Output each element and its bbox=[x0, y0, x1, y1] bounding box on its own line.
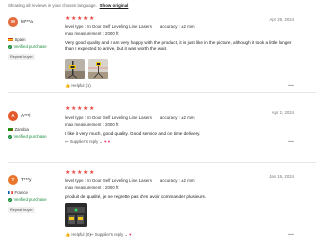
chevron-down-icon: ⌄ bbox=[124, 232, 128, 237]
reviewer-country: Zambia bbox=[8, 127, 29, 132]
max-measurement: max measurement : 2000 ft bbox=[65, 31, 119, 36]
country-name: Spain bbox=[14, 37, 26, 42]
star-icon: ★ bbox=[65, 106, 71, 112]
helpful-button[interactable]: 👍 Helpful (1) bbox=[65, 83, 91, 88]
show-original-link[interactable]: Show original bbox=[100, 3, 129, 8]
avatar: M bbox=[8, 17, 18, 27]
photo-image bbox=[65, 59, 85, 79]
star-icon: ★ bbox=[88, 170, 95, 176]
level-type: level type : In Door Self Leveling Line … bbox=[65, 115, 152, 120]
thumbs-up-icon: 👍 bbox=[65, 83, 71, 88]
supplier-reply-label: Supplier's reply bbox=[94, 232, 124, 237]
supplier-reply-label: Supplier's reply bbox=[69, 139, 99, 144]
verified-label: Verified purchase bbox=[13, 44, 47, 49]
avatar: A bbox=[8, 111, 18, 121]
reviewer-country: Spain bbox=[8, 37, 26, 42]
star-icon: ★ bbox=[65, 16, 71, 22]
review-date: Apr 29, 2024 bbox=[269, 17, 294, 22]
review-photo[interactable] bbox=[88, 59, 108, 79]
divider bbox=[8, 162, 316, 163]
star-icon: ★ bbox=[88, 106, 95, 112]
reviewer-name: M***a bbox=[21, 19, 33, 24]
country-name: France bbox=[14, 190, 28, 195]
thumbs-up-icon: 👍 bbox=[65, 232, 71, 237]
divider bbox=[8, 92, 316, 93]
star-icon: ★ bbox=[70, 106, 77, 112]
verified-purchase-badge: ✓ Verified purchase bbox=[8, 197, 47, 202]
chevron-down-icon: ⌄ bbox=[99, 139, 103, 144]
star-icon: ★ bbox=[76, 170, 83, 176]
verified-label: Verified purchase bbox=[13, 197, 47, 202]
verified-purchase-badge: ✓ Verified purchase bbox=[8, 134, 47, 139]
review-text: Very good quality and I am very happy wi… bbox=[65, 40, 292, 51]
heart-icon: ♥ bbox=[104, 139, 107, 144]
star-icon: ★ bbox=[82, 106, 89, 112]
supplier-reply-button[interactable]: ↩ Supplier's reply ⌄ ♥ ♥ bbox=[65, 139, 110, 144]
accuracy: accuracy : ±2 mm bbox=[159, 178, 195, 183]
star-icon: ★ bbox=[70, 170, 77, 176]
review-date: Apr 2, 2024 bbox=[271, 110, 294, 115]
helpful-label: Helpful (0) bbox=[71, 232, 91, 237]
review-photo[interactable] bbox=[65, 203, 87, 227]
rating-stars: ★ ★ ★ ★ ★ bbox=[65, 16, 94, 22]
france-flag-icon bbox=[8, 191, 13, 195]
level-type: level type : In Door Self Leveling Line … bbox=[65, 24, 152, 29]
accuracy: accuracy : ±2 mm bbox=[159, 115, 195, 120]
verified-label: Verified purchase bbox=[13, 134, 47, 139]
max-measurement: max measurement : 2000 ft bbox=[65, 122, 119, 127]
attribute-line: level type : In Door Self Leveling Line … bbox=[65, 115, 195, 121]
attribute-line: level type : In Door Self Leveling Line … bbox=[65, 24, 195, 30]
more-icon[interactable]: ••• bbox=[288, 139, 294, 145]
check-icon: ✓ bbox=[8, 134, 12, 139]
attribute-line: level type : In Door Self Leveling Line … bbox=[65, 178, 195, 184]
heart-icon: ♥ bbox=[107, 139, 111, 144]
verified-purchase-badge: ✓ Verified purchase bbox=[8, 44, 47, 49]
zambia-flag-icon bbox=[8, 128, 13, 132]
review-photo[interactable] bbox=[65, 59, 85, 79]
repeat-buyer-badge: Repeat buyer bbox=[8, 54, 35, 61]
country-name: Zambia bbox=[14, 127, 29, 132]
language-notice-text: Showing all reviews in your chosen langu… bbox=[8, 3, 97, 8]
rating-stars: ★ ★ ★ ★ ★ bbox=[65, 170, 94, 176]
reviewer-country: France bbox=[8, 190, 28, 195]
review-text: I like it very much, good quality. Good … bbox=[65, 131, 201, 136]
photo-image bbox=[65, 203, 87, 227]
more-icon[interactable]: ••• bbox=[288, 83, 294, 89]
star-icon: ★ bbox=[82, 170, 89, 176]
check-icon: ✓ bbox=[8, 197, 12, 202]
language-notice: Showing all reviews in your chosen langu… bbox=[8, 3, 128, 9]
rating-stars: ★ ★ ★ ★ ★ bbox=[65, 106, 94, 112]
star-icon: ★ bbox=[76, 106, 83, 112]
reply-icon: ↩ bbox=[90, 232, 94, 237]
avatar: T bbox=[8, 175, 18, 185]
star-icon: ★ bbox=[65, 170, 71, 176]
star-icon: ★ bbox=[82, 16, 89, 22]
supplier-reply-button[interactable]: ↩ Supplier's reply ⌄ ♥ bbox=[90, 232, 132, 237]
more-icon[interactable]: ••• bbox=[288, 232, 294, 238]
max-measurement: max measurement : 2000 ft bbox=[65, 185, 119, 190]
helpful-button[interactable]: 👍 Helpful (0) bbox=[65, 232, 91, 237]
star-icon: ★ bbox=[76, 16, 83, 22]
reviewer-name: T***y bbox=[21, 177, 32, 182]
level-type: level type : In Door Self Leveling Line … bbox=[65, 178, 152, 183]
check-icon: ✓ bbox=[8, 44, 12, 49]
spain-flag-icon bbox=[8, 38, 13, 42]
helpful-label: Helpful (1) bbox=[71, 83, 91, 88]
heart-icon: ♥ bbox=[129, 232, 132, 237]
accuracy: accuracy : ±2 mm bbox=[159, 24, 195, 29]
star-icon: ★ bbox=[88, 16, 95, 22]
photo-image bbox=[88, 59, 108, 79]
star-icon: ★ bbox=[70, 16, 77, 22]
repeat-buyer-badge: Repeat buyer bbox=[8, 207, 35, 214]
reply-icon: ↩ bbox=[65, 139, 69, 144]
review-text: produit de qualité, je ne regrette pas d… bbox=[65, 194, 207, 199]
reviewer-name: A***l bbox=[21, 113, 31, 118]
review-date: Jan 15, 2024 bbox=[269, 174, 294, 179]
